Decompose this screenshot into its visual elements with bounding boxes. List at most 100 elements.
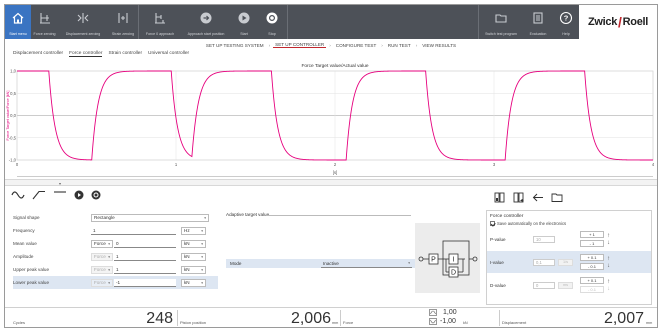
p-value-input[interactable]: 10 — [533, 235, 555, 243]
frequency-unit-select[interactable]: Hz ▾ — [181, 226, 206, 235]
pid-block-diagram-icon: P I D — [418, 240, 478, 278]
p-value-arrows: ↑ ↓ — [607, 233, 610, 246]
d-value-unit-select[interactable]: ms — [558, 281, 573, 289]
stop-button[interactable]: Stop — [257, 5, 287, 39]
hold-shape-icon[interactable] — [53, 190, 67, 200]
upper-peak-unit-select[interactable]: kN ▾ — [181, 265, 206, 274]
force-controller-heading: Force controller — [490, 214, 524, 219]
upper-peak-channel-select[interactable]: Force ▾ — [91, 265, 113, 274]
crumb-set-up-controller[interactable]: SET UP CONTROLLER — [273, 42, 327, 48]
force-label: Force — [343, 320, 354, 325]
pid-p-label: P — [431, 257, 436, 264]
ramp-shape-icon[interactable] — [32, 190, 46, 200]
mode-select[interactable]: Inactive ▾ — [321, 259, 412, 268]
switch-test-program-button[interactable]: Switch test program — [479, 5, 523, 39]
save-parameters-icon[interactable] — [513, 192, 525, 203]
arrow-down-icon[interactable]: ↓ — [607, 286, 610, 292]
crumb-view-results[interactable]: VIEW RESULTS — [420, 43, 458, 48]
load-parameters-icon[interactable] — [494, 192, 506, 203]
force-max-icon — [429, 309, 437, 316]
y-tick-label: 0,0 — [10, 113, 16, 118]
arrow-up-icon[interactable]: ↑ — [607, 233, 610, 239]
start-menu-button[interactable]: Start menu — [5, 5, 31, 39]
approach-start-position-button[interactable]: Approach start position — [181, 5, 231, 39]
adaptive-target-heading: Adaptive target value — [226, 212, 270, 217]
folder-icon[interactable] — [551, 192, 563, 203]
chevron-down-icon: ▾ — [108, 241, 110, 246]
i-value-arrows: ↑ ↓ — [607, 256, 610, 269]
stop-icon — [266, 12, 278, 24]
save-automatically-option[interactable]: Save automatically on the electronics — [490, 221, 566, 226]
d-value-input[interactable]: 0 — [533, 281, 555, 289]
displacement-value: 2,007 — [603, 310, 644, 327]
x-axis-label: [s] — [333, 170, 337, 175]
tab-strain-controller[interactable]: Strain controller — [108, 51, 142, 57]
y-tick-label: 1,0 — [10, 69, 16, 74]
chevron-down-icon: ▾ — [108, 267, 110, 272]
mean-value-channel-select[interactable]: Force ▾ — [91, 239, 113, 248]
arrow-down-icon[interactable]: ↓ — [607, 263, 610, 269]
play-icon[interactable] — [74, 190, 84, 200]
crumb-set-up-testing-system[interactable]: SET UP TESTING SYSTEM — [204, 43, 266, 48]
i-value-input[interactable]: 0,1 — [533, 258, 555, 266]
arrow-up-icon[interactable]: ↑ — [607, 279, 610, 285]
chevron-down-icon: ▾ — [204, 215, 206, 220]
save-automatically-checkbox[interactable] — [490, 221, 495, 226]
amplitude-channel-select[interactable]: Force ▾ — [91, 252, 113, 261]
tab-displacement-controller[interactable]: Displacement controller — [13, 51, 63, 57]
stop-icon[interactable] — [91, 190, 101, 200]
cycles-value: 248 — [146, 310, 173, 327]
displacement-zeroing-icon — [77, 13, 89, 23]
d-step-down-button[interactable]: - 0.1 — [580, 286, 604, 293]
force-zeroing-button[interactable]: Force zeroing — [31, 5, 58, 39]
tab-universal-controller[interactable]: Universal controller — [148, 51, 189, 57]
crumb-run-test[interactable]: RUN TEST — [386, 43, 413, 48]
lower-peak-row: Lower peak value Force ▾ -1 kN ▾ — [13, 276, 218, 289]
force-chart-svg: Force Target value/Actual value 1,0 0,5 0,0… — [6, 63, 655, 177]
displacement-zeroing-button[interactable]: Displacement zeroing — [58, 5, 108, 39]
crumb-configure-test[interactable]: CONFIGURE TEST — [334, 43, 379, 48]
force-approach-button[interactable]: Force 0 approach — [139, 5, 181, 39]
lower-peak-input[interactable]: -1 — [114, 278, 176, 287]
controller-tabs: Displacement controller Force controller… — [13, 51, 189, 57]
back-arrow-icon[interactable] — [532, 192, 544, 203]
x-tick-label: 3 — [493, 162, 496, 167]
chevron-down-icon: ▾ — [201, 267, 203, 272]
svg-text:?: ? — [564, 14, 569, 23]
p-value-row: P-value 10 + 1 - 1 ↑ ↓ — [490, 231, 610, 247]
i-value-unit-select[interactable]: 1/s — [558, 258, 573, 266]
mean-value-unit-select[interactable]: kN ▾ — [181, 239, 206, 248]
strain-zeroing-button[interactable]: Strain zeroing — [108, 5, 138, 39]
tab-force-controller[interactable]: Force controller — [69, 51, 103, 57]
start-button[interactable]: Start — [231, 5, 257, 39]
splitter-handle-icon[interactable]: ▾ — [59, 181, 61, 186]
p-step-down-button[interactable]: - 1 — [580, 240, 604, 247]
signal-shape-select[interactable]: Rectangle ▾ — [91, 213, 209, 222]
chevron-down-icon: ▾ — [201, 280, 203, 285]
i-step-up-button[interactable]: + 0.1 — [580, 254, 604, 261]
amplitude-unit-select[interactable]: kN ▾ — [181, 252, 206, 261]
strain-zeroing-icon — [118, 13, 128, 23]
mean-value-input[interactable]: 0 — [114, 239, 176, 248]
sine-shape-icon[interactable] — [11, 190, 25, 200]
lower-peak-channel-select[interactable]: Force ▾ — [91, 278, 113, 287]
force-min-icon — [429, 318, 437, 325]
lower-peak-unit-select[interactable]: kN ▾ — [181, 278, 206, 287]
panel-splitter[interactable]: ▾ — [5, 179, 657, 186]
p-step-up-button[interactable]: + 1 — [580, 231, 604, 238]
home-icon — [12, 12, 24, 24]
d-step-up-button[interactable]: + 0.1 — [580, 277, 604, 284]
chevron-down-icon: ▾ — [201, 228, 203, 233]
arrow-up-icon[interactable]: ↑ — [607, 256, 610, 262]
chevron-down-icon: ▾ — [201, 254, 203, 259]
i-step-down-button[interactable]: - 0.1 — [580, 263, 604, 270]
arrow-down-icon[interactable]: ↓ — [607, 240, 610, 246]
upper-peak-input[interactable]: 1 — [114, 265, 176, 274]
chart-scrollbar-track — [17, 176, 653, 177]
help-button[interactable]: ? Help — [553, 5, 579, 39]
frequency-input[interactable]: 1 — [91, 226, 176, 235]
amplitude-input[interactable]: 1 — [114, 252, 176, 261]
evaluation-button[interactable]: Evaluation — [523, 5, 553, 39]
pid-i-label: I — [453, 257, 455, 264]
d-value-steppers: + 0.1 - 0.1 — [580, 277, 604, 293]
